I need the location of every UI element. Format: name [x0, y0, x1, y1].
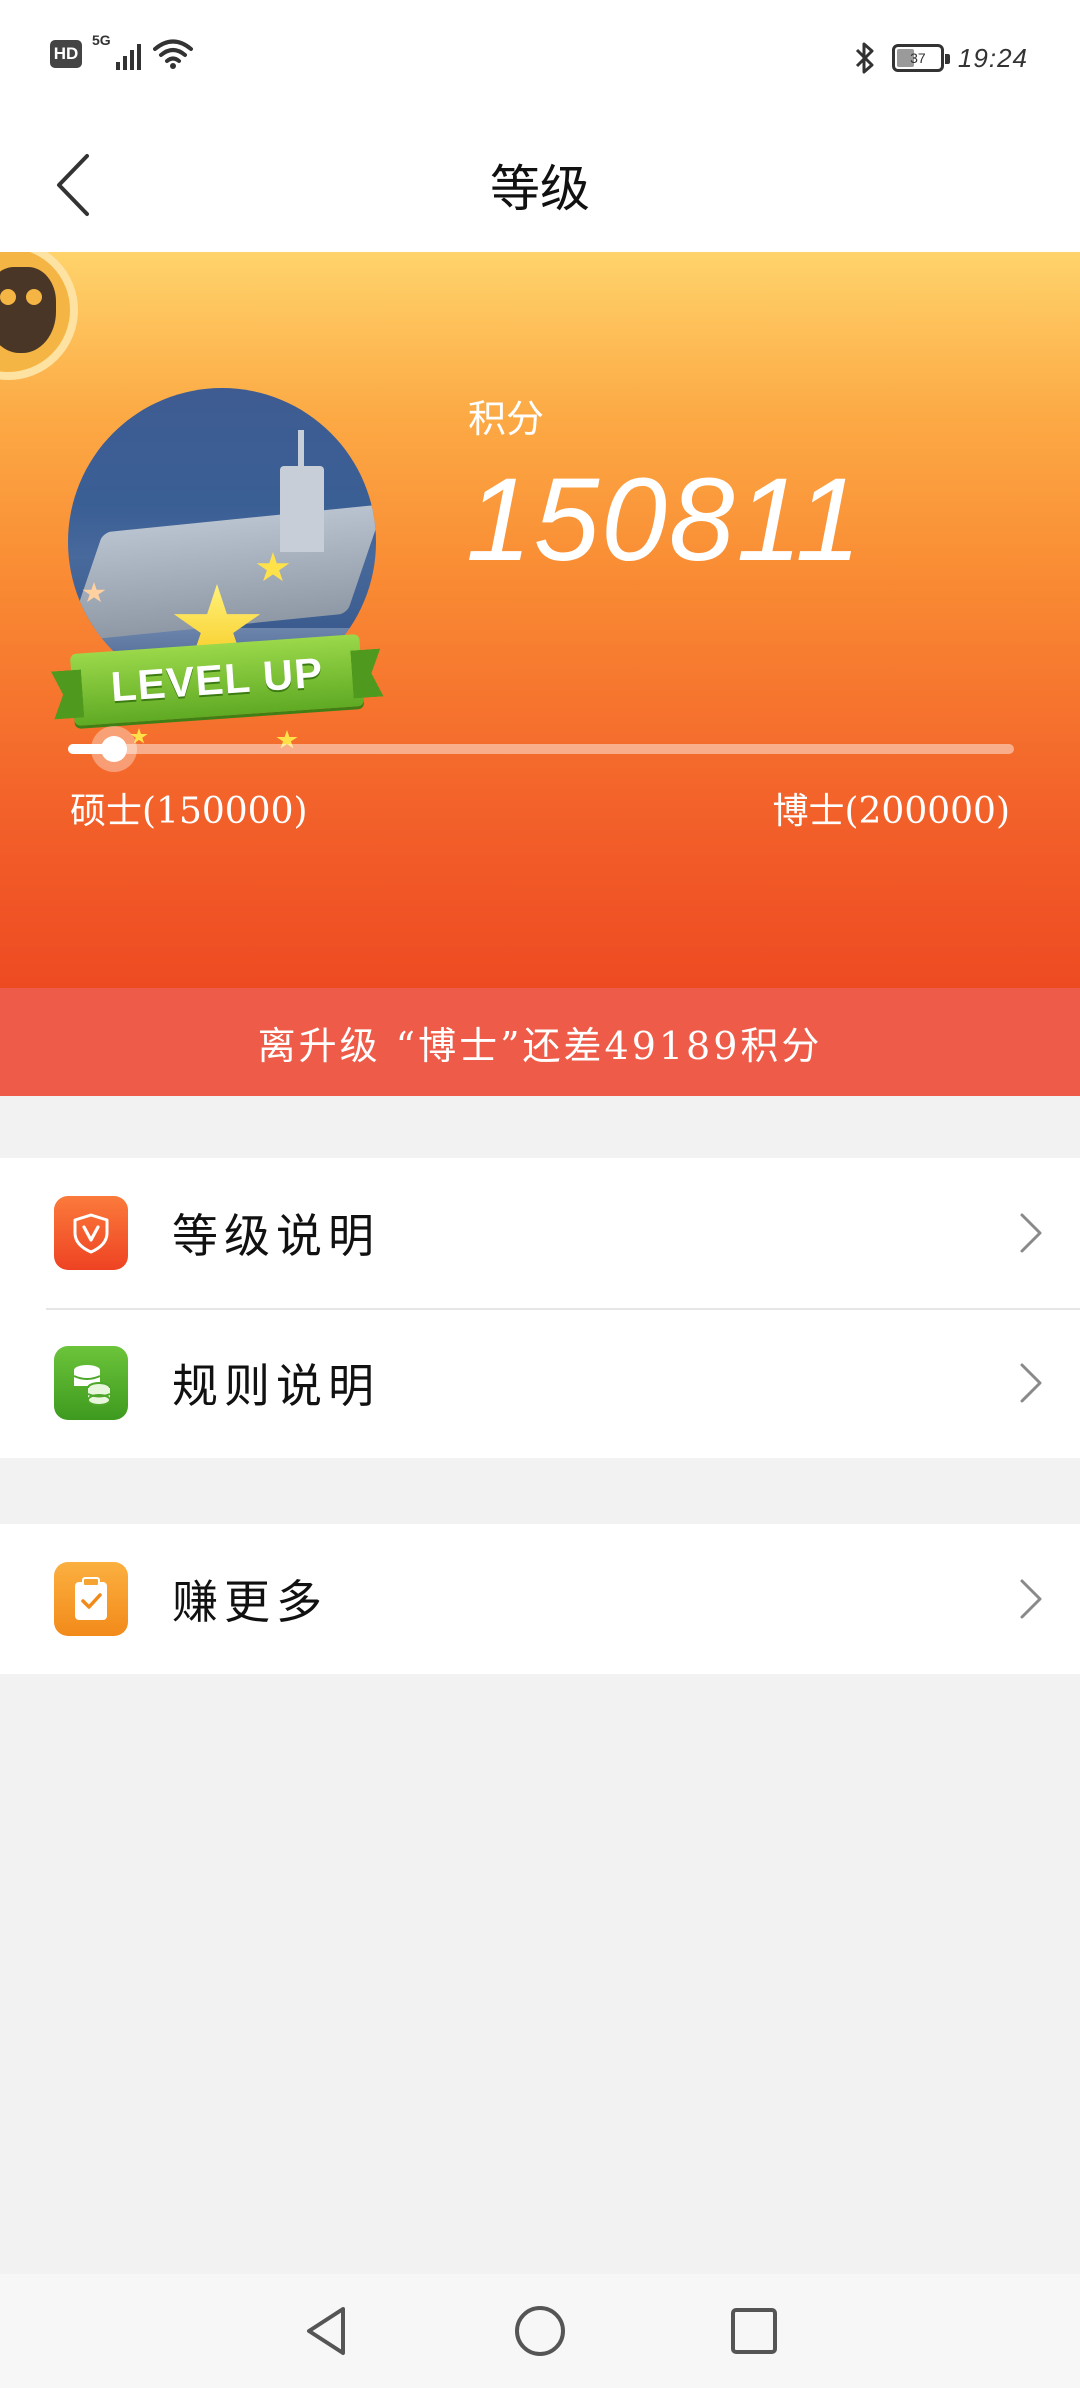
system-home-button[interactable]	[508, 2299, 572, 2363]
current-level-label: 硕士(150000)	[70, 791, 308, 832]
cellular-signal-icon: 5G	[92, 32, 141, 70]
hd-badge: HD	[50, 40, 82, 68]
clock: 19:24	[957, 42, 1028, 73]
next-level-label: 博士(200000)	[772, 791, 1010, 832]
level-progress-bar	[68, 726, 1014, 772]
coins-icon	[54, 1346, 128, 1420]
chevron-right-icon	[1020, 1363, 1042, 1403]
menu-item-earn-more[interactable]: 赚更多	[0, 1524, 1080, 1674]
wifi-icon	[153, 39, 193, 69]
system-recents-button[interactable]	[722, 2299, 786, 2363]
menu-group-info: 等级说明 规则说明	[0, 1158, 1080, 1458]
page-title: 等级	[490, 160, 590, 218]
recents-icon	[731, 2308, 777, 2354]
menu-item-label: 等级说明	[172, 1209, 380, 1263]
status-bar: HD 5G 37 19:24	[0, 0, 1080, 118]
points-label: 积分	[468, 397, 545, 441]
nav-bar: 等级	[0, 118, 1080, 252]
level-hero: LEVEL UP 积分 150811 硕士(150000) 博士(200000)	[0, 252, 1080, 988]
level-progress-knob	[91, 726, 137, 772]
menu-group-earn: 赚更多	[0, 1524, 1080, 1674]
chevron-right-icon	[1020, 1579, 1042, 1619]
menu-item-label: 规则说明	[172, 1359, 380, 1413]
points-value: 150811	[466, 454, 863, 586]
shield-v-icon	[54, 1196, 128, 1270]
upgrade-gap-banner: 离升级 “博士”还差49189积分	[0, 988, 1080, 1096]
mascot-icon[interactable]	[0, 252, 78, 380]
battery-icon: 37	[891, 44, 950, 72]
home-icon	[515, 2306, 565, 2356]
level-up-text: LEVEL UP	[109, 648, 325, 711]
clipboard-check-icon	[54, 1562, 128, 1636]
bluetooth-icon	[855, 42, 874, 74]
system-nav-bar	[0, 2274, 1080, 2388]
network-type: 5G	[92, 32, 111, 48]
back-icon	[307, 2307, 345, 2355]
battery-level: 37	[910, 50, 926, 66]
status-left: HD 5G	[50, 32, 193, 70]
menu-item-rules-description[interactable]: 规则说明	[0, 1308, 1080, 1458]
status-right: 37 19:24	[852, 40, 1028, 76]
system-back-button[interactable]	[294, 2299, 358, 2363]
menu-item-level-description[interactable]: 等级说明	[0, 1158, 1080, 1308]
chevron-right-icon	[1020, 1213, 1042, 1253]
menu-item-label: 赚更多	[172, 1575, 328, 1629]
